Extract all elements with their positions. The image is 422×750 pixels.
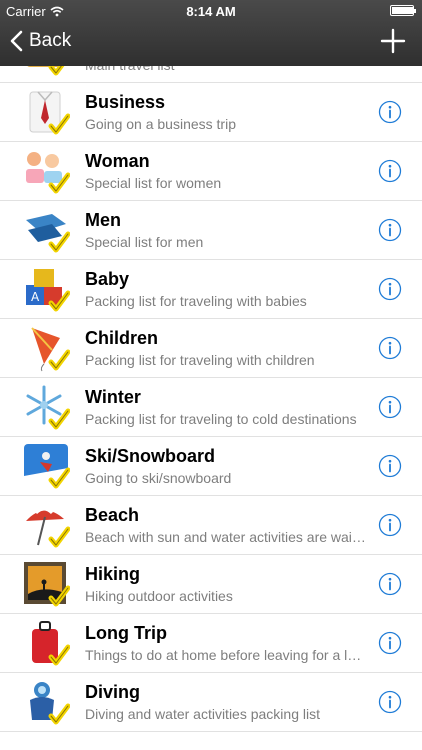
list-item-long-trip[interactable]: Long Trip Things to do at home before le… [0,614,422,673]
list-item-main[interactable]: Main Main travel list [0,66,422,83]
list-item-texts: Children Packing list for traveling with… [85,328,368,368]
list-item-title: Winter [85,387,141,407]
back-button[interactable]: Back [10,30,71,52]
svg-text:A: A [31,290,40,304]
list-item-subtitle: Main travel list [85,66,368,73]
list-item-woman[interactable]: Woman Special list for women [0,142,422,201]
list-item-texts: Winter Packing list for traveling to col… [85,387,368,427]
kite-icon [31,327,70,372]
list-item-title: Beach [85,505,140,525]
packing-list-table[interactable]: Main Main travel list Business Going on … [0,66,422,750]
info-icon[interactable] [378,159,402,183]
list-item-texts: Woman Special list for women [85,151,368,191]
woman-clothes-icon [26,152,70,194]
list-item-title: Ski/Snowboard [85,446,216,466]
list-item-title: Business [85,92,166,112]
nav-row: Back [0,22,422,66]
shirt-tie-icon [29,91,70,135]
list-item-title: Children [85,328,159,348]
snowflake-icon [26,385,70,430]
info-icon[interactable] [378,572,402,596]
info-icon[interactable] [378,336,402,360]
info-icon[interactable] [378,454,402,478]
list-item-baby[interactable]: A Baby Packing list for traveling with b… [0,260,422,319]
status-bar: Carrier 8:14 AM [0,0,422,22]
hiker-picture-icon [24,562,70,607]
list-item-title: Woman [85,151,150,171]
navigation-bar: Carrier 8:14 AM Back [0,0,422,66]
list-item-texts: Baby Packing list for traveling with bab… [85,269,368,309]
list-item-men[interactable]: Men Special list for men [0,201,422,260]
chevron-left-icon [10,30,23,52]
list-item-texts: Long Trip Things to do at home before le… [85,623,368,663]
list-item-subtitle: Going to ski/snowboard [85,470,232,486]
list-item-subtitle: Packing list for traveling with babies [85,293,307,309]
list-item-texts: Beach Beach with sun and water activitie… [85,505,368,545]
list-item-subtitle: Hiking outdoor activities [85,588,233,604]
list-item-subtitle: Packing list for traveling to cold desti… [85,411,357,427]
list-item-diving[interactable]: Diving Diving and water activities packi… [0,673,422,732]
info-icon[interactable] [378,100,402,124]
list-item-subtitle: Going on a business trip [85,116,236,132]
add-list-button[interactable] [380,28,406,54]
list-item-subtitle: Packing list for traveling with children [85,352,315,368]
battery-level-fill [392,7,413,14]
list-item-ski-snowboard[interactable]: Ski/Snowboard Going to ski/snowboard [0,437,422,496]
list-item-business[interactable]: Business Going on a business trip [0,83,422,142]
list-item-title: Men [85,210,121,230]
men-clothes-icon [26,214,70,253]
packing-list-rows: Main Main travel list Business Going on … [0,66,422,732]
list-item-subtitle: Beach with sun and water activities are … [85,529,368,545]
list-item-children[interactable]: Children Packing list for traveling with… [0,319,422,378]
list-item-texts: Hiking Hiking outdoor activities [85,564,368,604]
diver-icon [30,682,70,725]
list-item-title: Long Trip [85,623,167,643]
suitcase-icon [27,66,65,76]
list-item-texts: Main Main travel list [85,66,368,73]
list-item-subtitle: Things to do at home before leaving for … [85,647,368,663]
back-button-label: Back [29,30,72,51]
info-icon[interactable] [378,690,402,714]
toy-blocks-icon: A [26,269,70,312]
list-item-subtitle: Special list for men [85,234,204,250]
list-item-beach[interactable]: Beach Beach with sun and water activitie… [0,496,422,555]
list-item-hiking[interactable]: Hiking Hiking outdoor activities [0,555,422,614]
beach-umbrella-icon [26,507,70,548]
list-item-title: Diving [85,682,141,702]
list-item-texts: Men Special list for men [85,210,368,250]
red-suitcase-icon [32,621,70,666]
list-item-title: Baby [85,269,130,289]
list-item-winter[interactable]: Winter Packing list for traveling to col… [0,378,422,437]
list-item-subtitle: Special list for women [85,175,222,191]
battery-icon [390,5,416,16]
list-item-subtitle: Diving and water activities packing list [85,706,320,722]
info-icon[interactable] [378,513,402,537]
info-icon[interactable] [378,395,402,419]
list-item-title: Hiking [85,564,141,584]
snowboarder-icon [24,444,70,489]
info-icon[interactable] [378,631,402,655]
list-item-texts: Ski/Snowboard Going to ski/snowboard [85,446,368,486]
info-icon[interactable] [378,277,402,301]
status-time: 8:14 AM [186,4,236,19]
list-item-texts: Business Going on a business trip [85,92,368,132]
list-item-texts: Diving Diving and water activities packi… [85,682,368,722]
info-icon[interactable] [378,218,402,242]
